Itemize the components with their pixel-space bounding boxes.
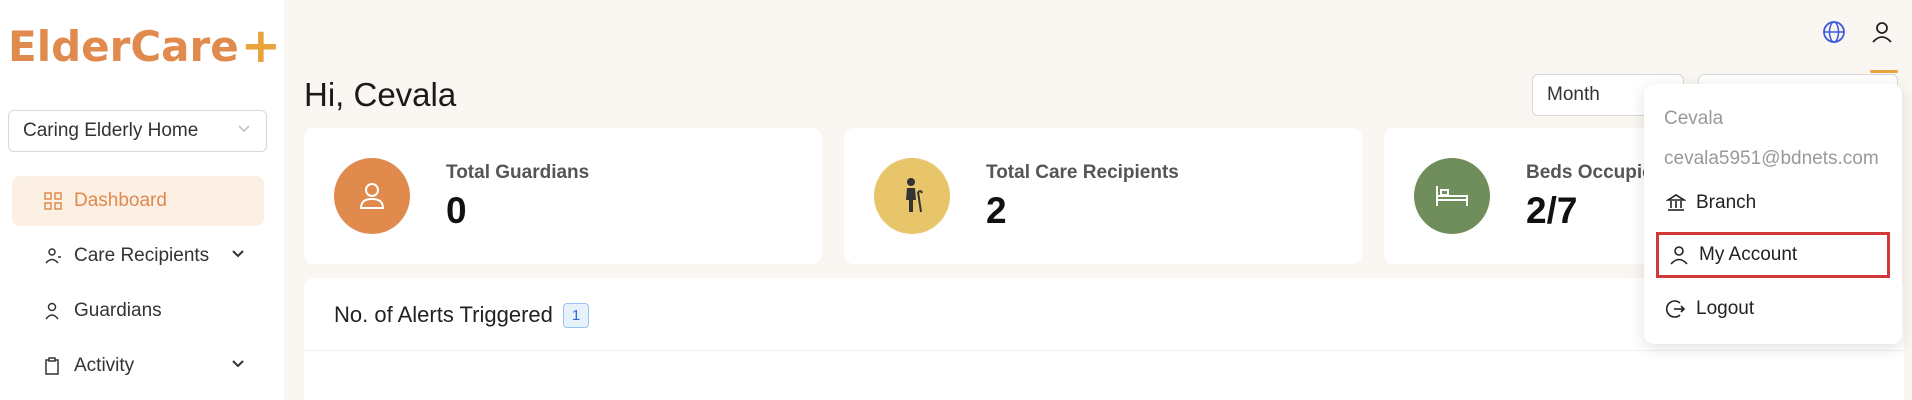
- active-menu-indicator: [1870, 70, 1898, 73]
- branch-select-value: Caring Elderly Home: [23, 120, 199, 141]
- sidebar-item-label: Care Recipients: [74, 245, 210, 266]
- stat-card-guardians: Total Guardians 0: [304, 128, 822, 264]
- period-select-value: Month: [1547, 84, 1600, 105]
- menu-item-logout[interactable]: Logout: [1656, 286, 1890, 332]
- stat-value: 2: [986, 190, 1007, 231]
- sidebar-item-label: Activity: [74, 355, 135, 376]
- alerts-count-badge: 1: [562, 302, 590, 328]
- logo-text: ElderCare: [8, 21, 239, 71]
- menu-item-branch[interactable]: Branch: [1656, 180, 1890, 226]
- sidebar: ElderCare + Caring Elderly Home Dashboard…: [0, 0, 284, 400]
- sidebar-nav: Dashboard Care Recipients Guardians Acti…: [12, 176, 264, 396]
- user-name: Cevala: [1664, 108, 1724, 129]
- sidebar-item-dashboard[interactable]: Dashboard: [12, 176, 264, 226]
- logout-icon: [1666, 299, 1686, 319]
- menu-item-label: Logout: [1696, 298, 1755, 319]
- clipboard-icon: [42, 355, 64, 377]
- sidebar-item-guardians[interactable]: Guardians: [12, 286, 264, 336]
- guardians-icon: [42, 300, 64, 322]
- alerts-title-row: No. of Alerts Triggered 1: [334, 302, 590, 328]
- globe-icon[interactable]: [1822, 20, 1846, 44]
- divider: [304, 350, 1904, 351]
- stat-label: Total Care Recipients: [986, 162, 1179, 183]
- stat-label: Total Guardians: [446, 162, 590, 183]
- menu-item-my-account[interactable]: My Account: [1656, 232, 1890, 278]
- stat-value: 2/7: [1526, 190, 1578, 231]
- page-title: Hi, Cevala: [304, 76, 457, 113]
- sidebar-item-label: Guardians: [74, 300, 162, 321]
- top-bar: [284, 0, 1912, 64]
- chevron-down-icon: [236, 120, 252, 142]
- menu-item-label: My Account: [1699, 244, 1798, 265]
- menu-item-label: Branch: [1696, 192, 1757, 213]
- bank-icon: [1666, 193, 1686, 213]
- user-icon[interactable]: [1870, 20, 1894, 44]
- dashboard-grid-icon: [42, 190, 64, 212]
- user-menu-dropdown: Cevala cevala5951@bdnets.com Branch My A…: [1644, 84, 1902, 344]
- bed-icon: [1414, 158, 1490, 234]
- branch-select[interactable]: Caring Elderly Home: [8, 110, 267, 152]
- stat-value: 0: [446, 190, 467, 231]
- sidebar-item-label: Dashboard: [74, 190, 167, 211]
- elderly-cane-icon: [874, 158, 950, 234]
- care-recipients-icon: [42, 245, 64, 267]
- eldercare-logo[interactable]: ElderCare +: [8, 18, 281, 74]
- chevron-down-icon[interactable]: [230, 245, 246, 267]
- sidebar-item-care-recipients[interactable]: Care Recipients: [12, 231, 264, 281]
- sidebar-item-activity[interactable]: Activity: [12, 341, 264, 391]
- user-icon: [1669, 245, 1689, 265]
- alerts-title: No. of Alerts Triggered: [334, 302, 553, 327]
- stat-card-care-recipients: Total Care Recipients 2: [844, 128, 1362, 264]
- logo-plus: +: [240, 18, 281, 74]
- person-icon: [334, 158, 410, 234]
- chevron-down-icon[interactable]: [230, 355, 246, 377]
- user-email: cevala5951@bdnets.com: [1664, 148, 1879, 169]
